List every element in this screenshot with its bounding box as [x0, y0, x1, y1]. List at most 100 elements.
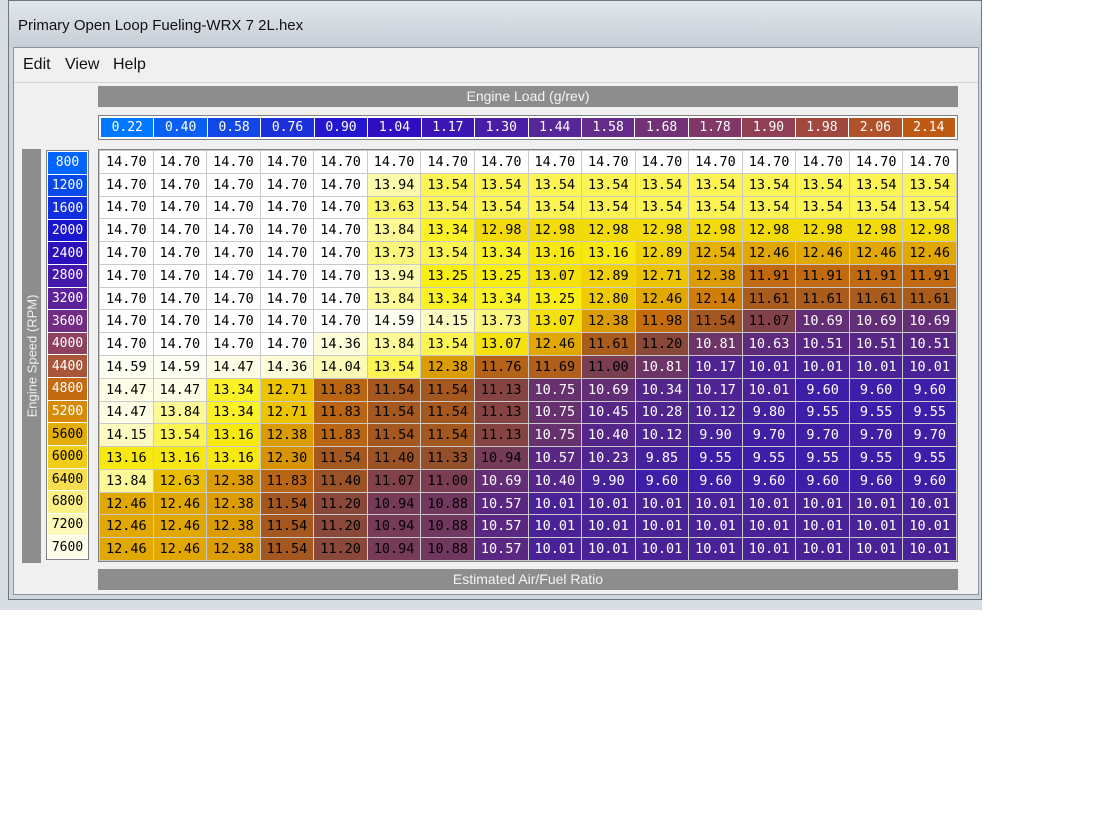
fuel-table-cell[interactable]: 13.54	[635, 196, 689, 219]
fuel-table-cell[interactable]: 14.70	[100, 242, 153, 264]
fuel-table-cell[interactable]: 14.47	[207, 356, 260, 378]
fuel-table-cell[interactable]: 13.07	[528, 310, 582, 333]
load-axis-cell[interactable]: 1.90	[742, 118, 795, 137]
fuel-table-cell[interactable]: 10.45	[582, 401, 635, 424]
fuel-table-cell[interactable]: 11.91	[796, 264, 849, 287]
fuel-table-cell[interactable]: 11.91	[742, 264, 796, 287]
fuel-table-cell[interactable]: 11.54	[260, 538, 314, 560]
fuel-table-cell[interactable]: 14.15	[421, 310, 474, 333]
fuel-table-cell[interactable]: 9.55	[742, 447, 796, 469]
fuel-table-cell[interactable]: 10.01	[903, 515, 956, 538]
fuel-table-cell[interactable]: 13.54	[528, 196, 582, 219]
fuel-table-cell[interactable]: 10.01	[689, 492, 742, 515]
fuel-table-cell[interactable]: 13.34	[474, 287, 528, 310]
rpm-axis-cell[interactable]: 1600	[48, 197, 87, 219]
fuel-table-cell[interactable]: 14.70	[474, 151, 528, 173]
fuel-table-cell[interactable]: 14.70	[314, 219, 367, 242]
fuel-table-cell[interactable]: 14.70	[903, 151, 956, 173]
fuel-table-cell[interactable]: 13.54	[849, 196, 903, 219]
fuel-table-cell[interactable]: 13.84	[367, 333, 421, 355]
fuel-table-cell[interactable]: 14.70	[207, 264, 260, 287]
fuel-table-cell[interactable]: 10.01	[528, 515, 582, 538]
fuel-table-cell[interactable]: 14.70	[260, 310, 314, 333]
fuel-table-cell[interactable]: 14.70	[153, 287, 207, 310]
fuel-table-cell[interactable]: 10.01	[635, 492, 689, 515]
fuel-table-cell[interactable]: 10.01	[742, 378, 796, 401]
fuel-table-cell[interactable]: 11.83	[260, 469, 314, 492]
fuel-table-cell[interactable]: 14.70	[314, 151, 367, 173]
rpm-axis-cell[interactable]: 7600	[48, 536, 87, 558]
fuel-table-cell[interactable]: 13.07	[528, 264, 582, 287]
fuel-table-cell[interactable]: 10.75	[528, 424, 582, 447]
fuel-table-cell[interactable]: 9.90	[689, 424, 742, 447]
fuel-table-cell[interactable]: 13.54	[421, 196, 474, 219]
fuel-table-cell[interactable]: 13.84	[367, 219, 421, 242]
fuel-table-cell[interactable]: 10.01	[849, 515, 903, 538]
fuel-table-cell[interactable]: 11.20	[635, 333, 689, 355]
fuel-table-cell[interactable]: 12.89	[582, 264, 635, 287]
fuel-table-cell[interactable]: 9.60	[849, 469, 903, 492]
fuel-table-cell[interactable]: 12.71	[635, 264, 689, 287]
fuel-table-cell[interactable]: 11.54	[260, 492, 314, 515]
fuel-table-cell[interactable]: 10.69	[582, 378, 635, 401]
fuel-table-cell[interactable]: 10.01	[796, 538, 849, 560]
fuel-table-cell[interactable]: 11.07	[367, 469, 421, 492]
fuel-table-cell[interactable]: 14.70	[314, 310, 367, 333]
fuel-table-cell[interactable]: 11.20	[314, 538, 367, 560]
rpm-axis-cell[interactable]: 4800	[48, 378, 87, 400]
fuel-table-cell[interactable]: 14.70	[207, 333, 260, 355]
fuel-table-cell[interactable]: 13.54	[153, 424, 207, 447]
fuel-table-cell[interactable]: 14.70	[528, 151, 582, 173]
menu-help[interactable]: Help	[113, 56, 146, 74]
fuel-table-cell[interactable]: 13.07	[474, 333, 528, 355]
fuel-table-cell[interactable]: 14.70	[207, 242, 260, 264]
fuel-table-cell[interactable]: 13.73	[474, 310, 528, 333]
load-axis-cell[interactable]: 1.58	[581, 118, 635, 137]
fuel-table-cell[interactable]: 12.98	[474, 219, 528, 242]
load-axis-cell[interactable]: 0.22	[101, 118, 154, 137]
fuel-table-cell[interactable]: 10.57	[474, 515, 528, 538]
fuel-table-cell[interactable]: 11.61	[582, 333, 635, 355]
fuel-table-cell[interactable]: 14.70	[207, 196, 260, 219]
fuel-table-cell[interactable]: 14.70	[260, 219, 314, 242]
fuel-table-cell[interactable]: 13.54	[528, 173, 582, 196]
fuel-table-cell[interactable]: 12.38	[207, 492, 260, 515]
fuel-table-cell[interactable]: 10.69	[796, 310, 849, 333]
fuel-table-cell[interactable]: 10.01	[796, 492, 849, 515]
rpm-axis-cell[interactable]: 3600	[48, 310, 87, 332]
fuel-table-cell[interactable]: 14.70	[207, 287, 260, 310]
fuel-table-cell[interactable]: 11.54	[367, 424, 421, 447]
fuel-table-cell[interactable]: 13.54	[796, 173, 849, 196]
load-axis-cell[interactable]: 1.78	[688, 118, 742, 137]
fuel-table-cell[interactable]: 14.70	[153, 310, 207, 333]
fuel-table-cell[interactable]: 12.38	[421, 356, 474, 378]
fuel-table-cell[interactable]: 12.46	[796, 242, 849, 264]
fuel-table-cell[interactable]: 10.01	[796, 356, 849, 378]
rpm-axis-cell[interactable]: 2000	[48, 219, 87, 242]
fuel-table-cell[interactable]: 14.70	[100, 196, 153, 219]
fuel-table-cell[interactable]: 10.28	[635, 401, 689, 424]
rpm-axis-cell[interactable]: 1200	[48, 174, 87, 197]
fuel-table-cell[interactable]: 14.70	[100, 287, 153, 310]
fuel-table-cell[interactable]: 12.46	[100, 492, 153, 515]
fuel-table-cell[interactable]: 13.54	[367, 356, 421, 378]
fuel-table-cell[interactable]: 13.16	[100, 447, 153, 469]
fuel-table-cell[interactable]: 13.16	[207, 447, 260, 469]
fuel-table-cell[interactable]: 13.34	[421, 219, 474, 242]
fuel-table-cell[interactable]: 13.25	[528, 287, 582, 310]
fuel-table-cell[interactable]: 14.70	[153, 219, 207, 242]
fuel-table-cell[interactable]: 10.88	[421, 515, 474, 538]
fuel-table-cell[interactable]: 11.54	[421, 424, 474, 447]
fuel-table-cell[interactable]: 10.88	[421, 538, 474, 560]
fuel-table-cell[interactable]: 12.98	[689, 219, 742, 242]
fuel-table-cell[interactable]: 10.01	[742, 515, 796, 538]
fuel-table-cell[interactable]: 9.55	[903, 447, 956, 469]
fuel-table-cell[interactable]: 14.70	[260, 287, 314, 310]
fuel-table-cell[interactable]: 13.25	[421, 264, 474, 287]
fuel-table-cell[interactable]: 12.98	[849, 219, 903, 242]
fuel-table-cell[interactable]: 12.14	[689, 287, 742, 310]
load-axis-cell[interactable]: 1.44	[528, 118, 581, 137]
fuel-table-cell[interactable]: 14.59	[367, 310, 421, 333]
fuel-table-cell[interactable]: 10.01	[903, 492, 956, 515]
fuel-table-cell[interactable]: 14.70	[260, 173, 314, 196]
